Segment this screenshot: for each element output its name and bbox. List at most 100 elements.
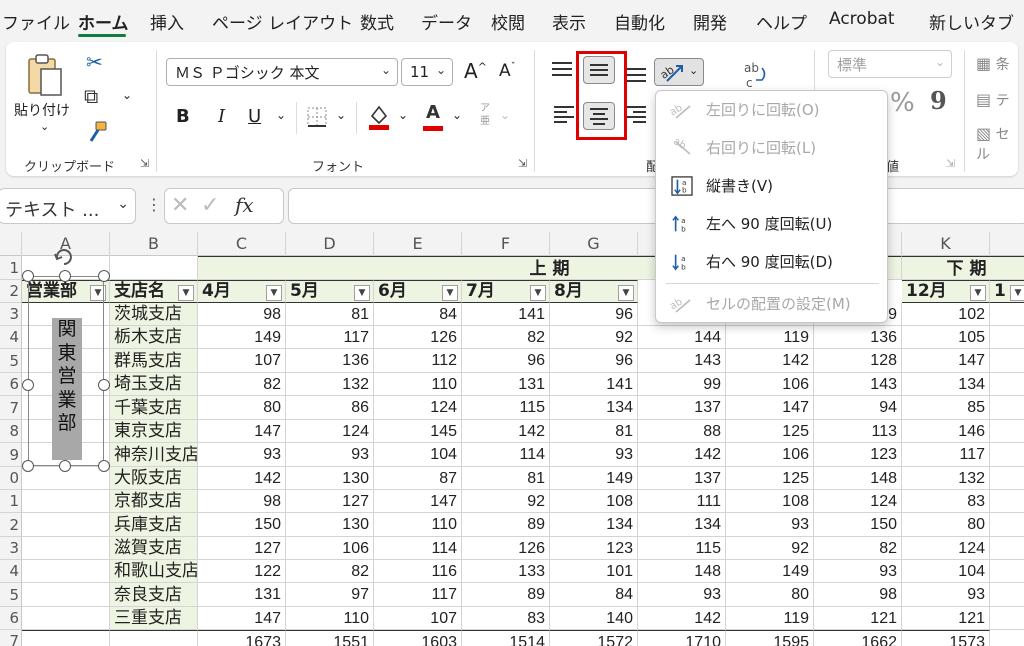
- filter-dropdown-icon[interactable]: ▼: [970, 285, 986, 301]
- number-cell[interactable]: 121: [902, 607, 990, 630]
- number-cell[interactable]: 101: [550, 560, 638, 583]
- tab-formulas[interactable]: 数式: [360, 9, 394, 34]
- number-cell[interactable]: 93: [198, 443, 286, 467]
- number-cell[interactable]: 132: [902, 467, 990, 490]
- number-cell[interactable]: 134: [902, 373, 990, 396]
- column-header-c[interactable]: C: [198, 232, 286, 256]
- number-cell[interactable]: 82: [462, 326, 550, 349]
- number-cell[interactable]: 149: [726, 560, 814, 583]
- number-cell[interactable]: 124: [374, 396, 462, 420]
- select-all-corner[interactable]: [0, 232, 22, 256]
- cell[interactable]: [22, 537, 110, 560]
- cancel-icon[interactable]: ✕: [171, 193, 189, 218]
- number-cell[interactable]: 115: [638, 537, 726, 560]
- conditional-formatting-button[interactable]: ▦ 条: [976, 54, 1010, 74]
- number-cell[interactable]: 134: [550, 396, 638, 420]
- number-cell[interactable]: 97: [286, 583, 374, 607]
- period-header-second-half[interactable]: 下 期: [902, 256, 1024, 280]
- total-cell[interactable]: 1514: [462, 630, 550, 646]
- row-header[interactable]: 8: [0, 420, 22, 443]
- number-cell[interactable]: 146: [902, 420, 990, 443]
- copy-icon[interactable]: ⧉: [84, 84, 98, 108]
- number-cell[interactable]: 112: [374, 349, 462, 373]
- number-cell[interactable]: 134: [638, 513, 726, 537]
- number-cell[interactable]: 108: [550, 490, 638, 513]
- number-cell[interactable]: 133: [462, 560, 550, 583]
- orientation-button[interactable]: ab ⌄: [654, 58, 704, 86]
- number-cell[interactable]: 93: [902, 583, 990, 607]
- number-cell[interactable]: 148: [638, 560, 726, 583]
- number-cell[interactable]: 94: [814, 396, 902, 420]
- number-cell[interactable]: 147: [198, 420, 286, 443]
- menu-item-format-alignment[interactable]: ab セルの配置の設定(M): [656, 287, 887, 321]
- number-cell[interactable]: 127: [286, 490, 374, 513]
- number-cell[interactable]: 104: [374, 443, 462, 467]
- resize-handle[interactable]: [59, 460, 71, 472]
- header-branch-name[interactable]: 支店名 ▼: [110, 280, 198, 303]
- number-cell[interactable]: 116: [374, 560, 462, 583]
- percent-style-button[interactable]: %: [890, 88, 915, 118]
- cell[interactable]: [990, 607, 1024, 630]
- header-month[interactable]: 1 ▼: [990, 280, 1024, 303]
- number-cell[interactable]: 96: [550, 349, 638, 373]
- number-cell[interactable]: 87: [374, 467, 462, 490]
- number-cell[interactable]: 141: [550, 373, 638, 396]
- number-cell[interactable]: 114: [374, 537, 462, 560]
- number-cell[interactable]: 122: [198, 560, 286, 583]
- number-cell[interactable]: 121: [814, 607, 902, 630]
- cell[interactable]: [22, 607, 110, 630]
- resize-handle[interactable]: [22, 379, 34, 391]
- menu-item-rotate-counterclockwise[interactable]: ab 左回りに回転(O): [656, 93, 887, 127]
- cell-styles-button[interactable]: ▧ セル: [976, 124, 1018, 164]
- tab-developer[interactable]: 開発: [693, 9, 727, 34]
- row-header[interactable]: 6: [0, 373, 22, 396]
- number-cell[interactable]: 123: [814, 443, 902, 467]
- number-cell[interactable]: 80: [902, 513, 990, 537]
- number-cell[interactable]: 114: [462, 443, 550, 467]
- number-cell[interactable]: 81: [462, 467, 550, 490]
- name-box[interactable]: テキスト ... ⌄: [0, 188, 136, 224]
- number-cell[interactable]: 147: [198, 607, 286, 630]
- header-month[interactable]: 8月 ▼: [550, 280, 638, 303]
- resize-handle[interactable]: [98, 460, 110, 472]
- cell[interactable]: [990, 303, 1024, 326]
- menu-item-rotate-clockwise[interactable]: ab 右回りに回転(L): [656, 131, 887, 165]
- branch-name-cell[interactable]: 群馬支店: [110, 349, 198, 373]
- number-cell[interactable]: 96: [550, 303, 638, 326]
- cell[interactable]: [990, 326, 1024, 349]
- total-cell[interactable]: 1572: [550, 630, 638, 646]
- number-cell[interactable]: 82: [286, 560, 374, 583]
- number-cell[interactable]: 145: [374, 420, 462, 443]
- scissors-icon[interactable]: ✂: [86, 50, 103, 74]
- number-cell[interactable]: 85: [902, 396, 990, 420]
- cell[interactable]: [990, 396, 1024, 420]
- number-cell[interactable]: 131: [198, 583, 286, 607]
- number-cell[interactable]: 93: [726, 513, 814, 537]
- number-cell[interactable]: 142: [726, 349, 814, 373]
- row-header[interactable]: 9: [0, 443, 22, 467]
- number-cell[interactable]: 125: [726, 420, 814, 443]
- number-cell[interactable]: 107: [374, 607, 462, 630]
- number-cell[interactable]: 111: [638, 490, 726, 513]
- cell[interactable]: [110, 256, 198, 280]
- tab-review[interactable]: 校閲: [491, 9, 525, 34]
- cell[interactable]: [990, 373, 1024, 396]
- column-header-b[interactable]: B: [110, 232, 198, 256]
- tab-help[interactable]: ヘルプ: [756, 9, 807, 34]
- number-cell[interactable]: 142: [198, 467, 286, 490]
- number-cell[interactable]: 144: [638, 326, 726, 349]
- number-cell[interactable]: 115: [462, 396, 550, 420]
- number-cell[interactable]: 147: [726, 396, 814, 420]
- branch-name-cell[interactable]: 和歌山支店: [110, 560, 198, 583]
- cell[interactable]: [990, 467, 1024, 490]
- branch-name-cell[interactable]: 栃木支店: [110, 326, 198, 349]
- row-header[interactable]: 6: [0, 607, 22, 630]
- number-cell[interactable]: 89: [462, 513, 550, 537]
- row-header[interactable]: 1: [0, 490, 22, 513]
- tab-file[interactable]: ファイル: [2, 9, 70, 34]
- header-month[interactable]: 6月 ▼: [374, 280, 462, 303]
- number-cell[interactable]: 88: [638, 420, 726, 443]
- filter-dropdown-icon[interactable]: ▼: [354, 285, 370, 301]
- number-cell[interactable]: 124: [814, 490, 902, 513]
- font-size-select[interactable]: 11 ⌄: [401, 58, 453, 86]
